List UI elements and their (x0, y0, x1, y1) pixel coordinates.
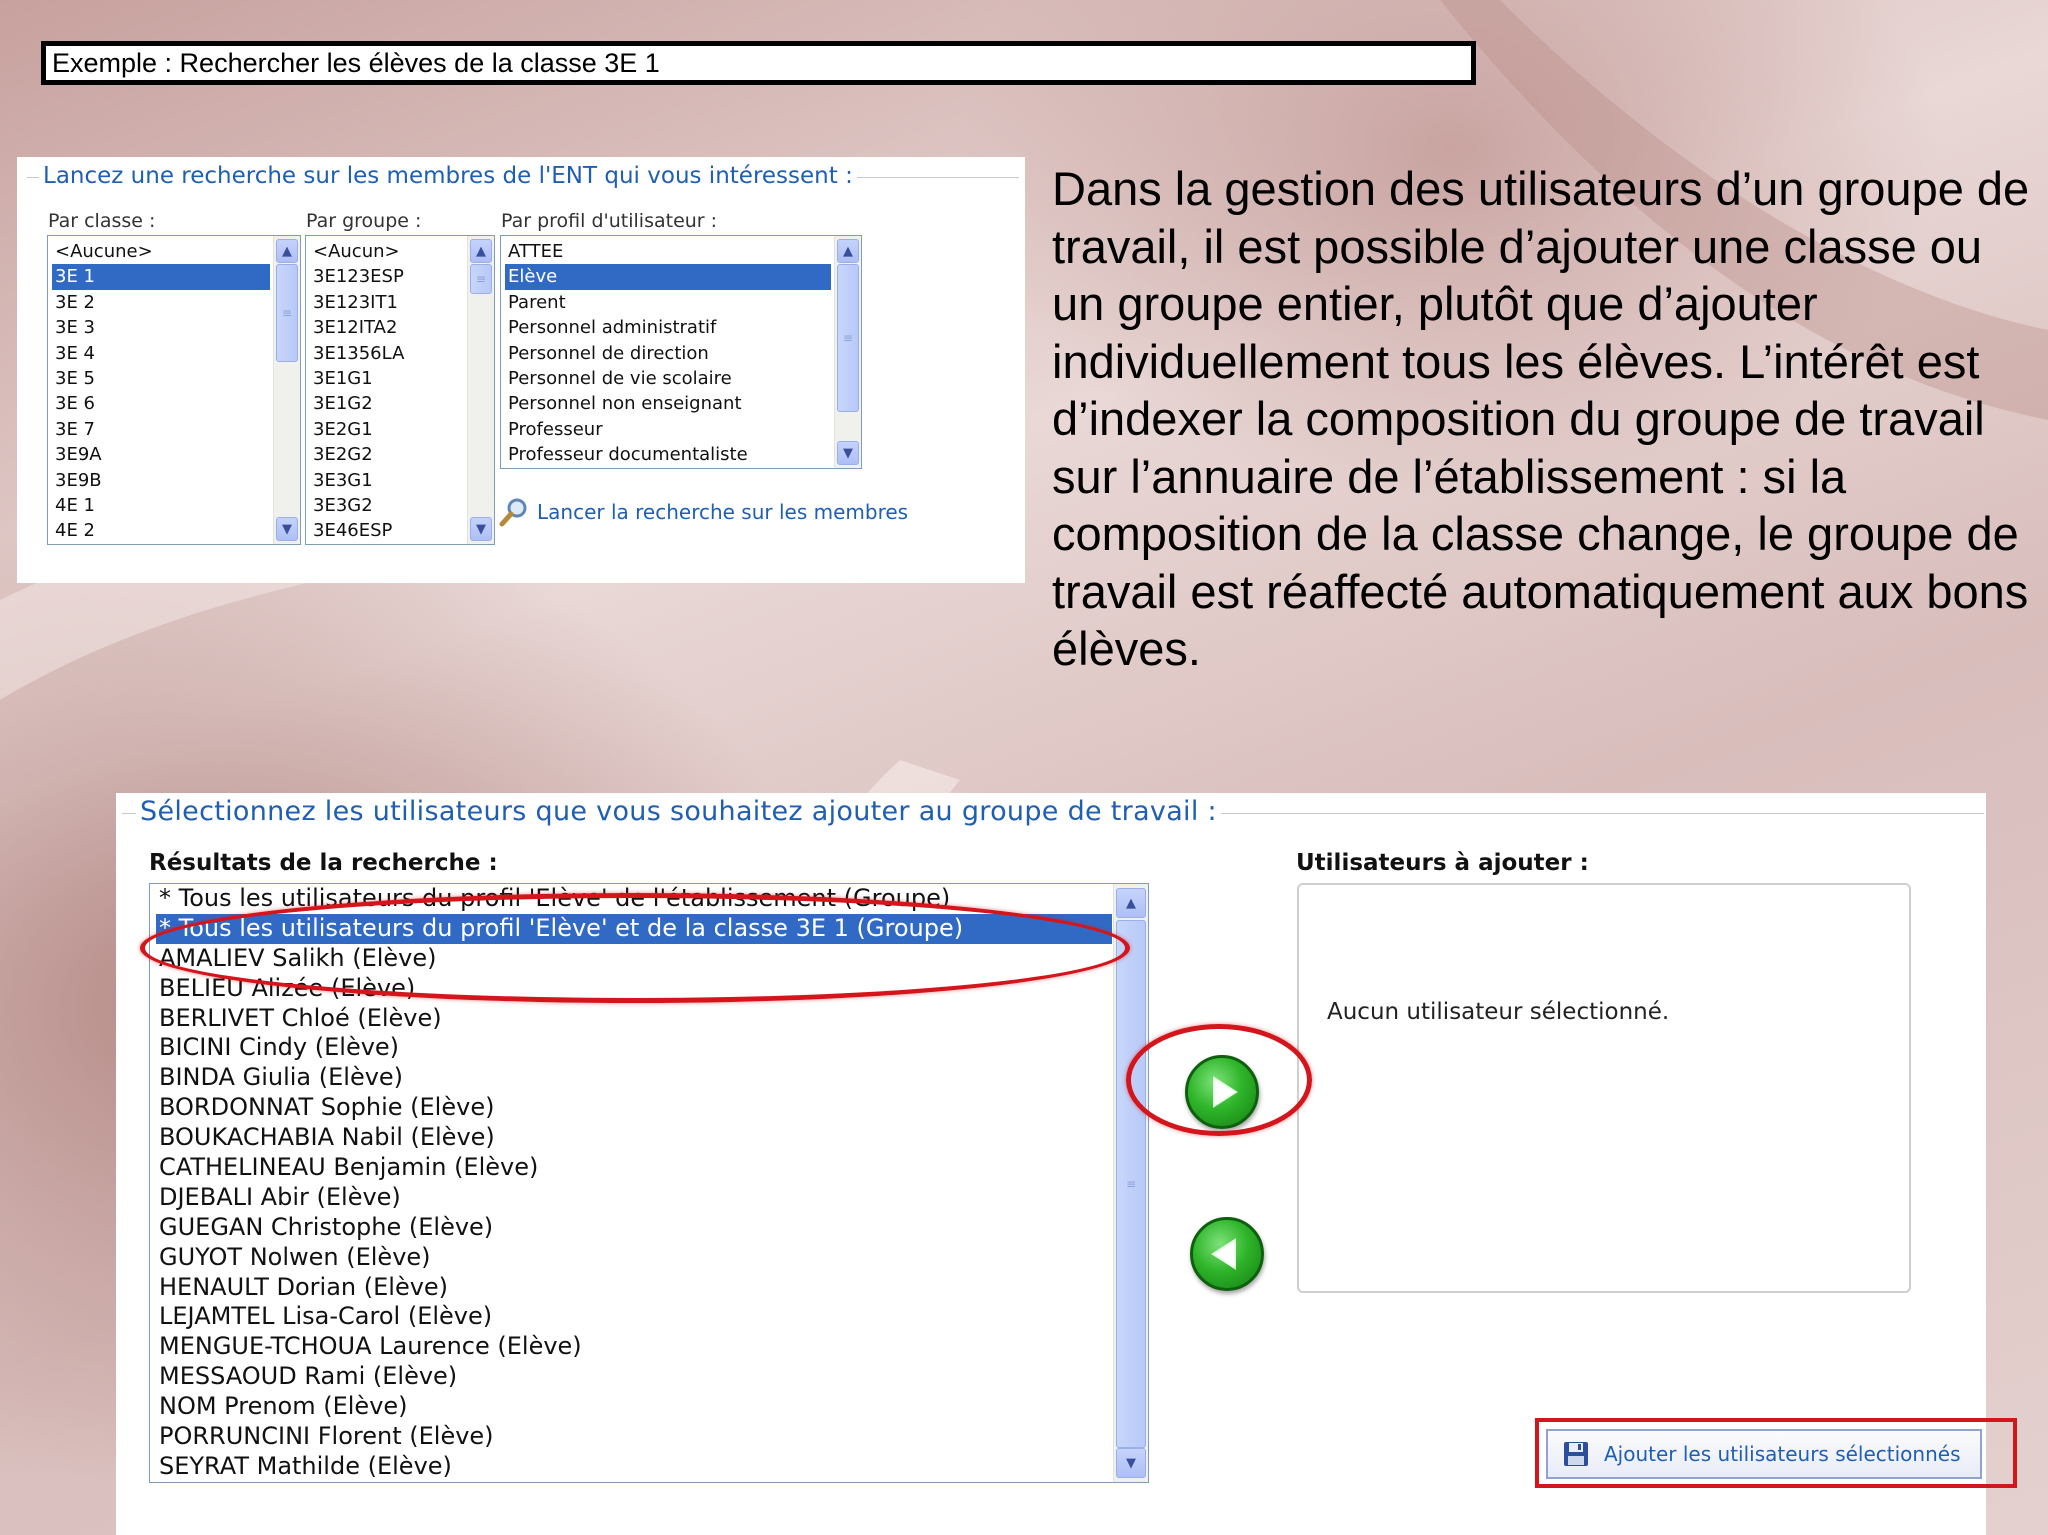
results-list-item[interactable]: BERLIVET Chloé (Elève) (156, 1004, 1112, 1034)
highlight-class-group-ellipse (140, 893, 1130, 1003)
explanation-text: Dans la gestion des utilisateurs d’un gr… (1052, 162, 2030, 675)
par-classe-scrollbar[interactable]: ▲ ≡ ▼ (273, 236, 300, 544)
results-list-item[interactable]: MENGUE-TCHOUA Laurence (Elève) (156, 1332, 1112, 1362)
par-classe-item[interactable]: 4E 2 (52, 518, 270, 543)
results-list-item[interactable]: MESSAOUD Rami (Elève) (156, 1362, 1112, 1392)
par-groupe-item[interactable]: 3E1G2 (310, 391, 464, 416)
par-groupe-listbox[interactable]: <Aucun> 3E123ESP 3E123IT1 3E12ITA2 3E1356LA 3… (305, 235, 495, 545)
par-groupe-item[interactable]: 3E123ESP (310, 264, 464, 289)
scroll-thumb[interactable]: ≡ (470, 264, 492, 294)
search-members-label: Lancer la recherche sur les membres (537, 500, 909, 524)
par-profil-item[interactable]: Professeur documentaliste (505, 442, 831, 467)
results-list-item[interactable]: GUYOT Nolwen (Elève) (156, 1243, 1112, 1273)
par-groupe-item[interactable]: <Aucun> (310, 239, 464, 264)
par-classe-label: Par classe : (48, 210, 156, 232)
par-groupe-item[interactable]: 3E46ESP (310, 518, 464, 543)
scroll-up-icon[interactable]: ▲ (276, 239, 298, 263)
users-to-add-label: Utilisateurs à ajouter : (1296, 850, 1589, 876)
results-label: Résultats de la recherche : (149, 850, 498, 876)
par-classe-item[interactable]: 3E 2 (52, 290, 270, 315)
par-classe-item[interactable]: <Aucune> (52, 239, 270, 264)
results-scrollbar[interactable]: ▲ ≡ ▼ (1113, 884, 1148, 1482)
scroll-down-icon[interactable]: ▼ (1116, 1448, 1146, 1478)
users-to-add-box[interactable]: Aucun utilisateur sélectionné. (1297, 883, 1911, 1293)
scroll-thumb[interactable]: ≡ (837, 264, 859, 412)
results-list-item[interactable]: GUEGAN Christophe (Elève) (156, 1213, 1112, 1243)
par-classe-listbox[interactable]: <Aucune> 3E 1 3E 2 3E 3 3E 4 3E 5 3E 6 3E 7 3E9A… (47, 235, 301, 545)
par-classe-item[interactable]: 3E 5 (52, 366, 270, 391)
par-groupe-item[interactable]: 3E3G2 (310, 493, 464, 518)
no-user-selected-text: Aucun utilisateur sélectionné. (1327, 999, 1670, 1025)
remove-selection-button[interactable] (1190, 1217, 1264, 1291)
scroll-thumb[interactable]: ≡ (276, 264, 298, 362)
par-classe-item[interactable]: 3E 4 (52, 341, 270, 366)
results-list-item[interactable]: BOUKACHABIA Nabil (Elève) (156, 1123, 1112, 1153)
par-classe-item[interactable]: 4E 1 (52, 493, 270, 518)
par-profil-item[interactable]: ATTEE (505, 239, 831, 264)
search-panel-legend: Lancez une recherche sur les membres de … (39, 163, 857, 189)
results-list-item[interactable]: BINDA Giulia (Elève) (156, 1063, 1112, 1093)
results-list-item[interactable]: BICINI Cindy (Elève) (156, 1033, 1112, 1063)
par-groupe-item[interactable]: 3E1G1 (310, 366, 464, 391)
search-members-link[interactable]: Lancer la recherche sur les membres (499, 497, 908, 527)
par-groupe-item[interactable]: 3E2G1 (310, 417, 464, 442)
results-list-item[interactable]: DJEBALI Abir (Elève) (156, 1183, 1112, 1213)
results-list-item[interactable]: HENAULT Dorian (Elève) (156, 1273, 1112, 1303)
par-profil-item[interactable]: Personnel administratif (505, 315, 831, 340)
selection-panel-legend: Sélectionnez les utilisateurs que vous s… (136, 796, 1221, 827)
par-profil-items: ATTEE Elève Parent Personnel administratif P… (505, 239, 831, 468)
highlight-add-button-rect (1535, 1418, 2017, 1488)
par-profil-item[interactable]: Parent (505, 290, 831, 315)
par-groupe-scrollbar[interactable]: ▲ ≡ ▼ (467, 236, 494, 544)
results-list-item[interactable]: LEJAMTEL Lisa-Carol (Elève) (156, 1302, 1112, 1332)
scroll-thumb[interactable]: ≡ (1116, 920, 1146, 1448)
par-profil-scrollbar[interactable]: ▲ ≡ ▼ (834, 236, 861, 468)
par-classe-item[interactable]: 3E 7 (52, 417, 270, 442)
search-panel: Lancez une recherche sur les membres de … (17, 157, 1025, 583)
par-groupe-label: Par groupe : (306, 210, 422, 232)
highlight-add-arrow-ellipse (1126, 1024, 1312, 1136)
par-classe-item[interactable]: 3E9B (52, 468, 270, 493)
results-list-item[interactable]: PORRUNCINI Florent (Elève) (156, 1422, 1112, 1452)
par-groupe-item[interactable]: 3E2G2 (310, 442, 464, 467)
results-list-item[interactable]: NOM Prenom (Elève) (156, 1392, 1112, 1422)
par-groupe-item[interactable]: 3E12ITA2 (310, 315, 464, 340)
scroll-up-icon[interactable]: ▲ (1116, 888, 1146, 918)
par-groupe-items: <Aucun> 3E123ESP 3E123IT1 3E12ITA2 3E1356LA 3… (310, 239, 464, 544)
par-profil-item[interactable]: Personnel de direction (505, 341, 831, 366)
arrow-left-icon (1211, 1238, 1236, 1270)
results-list-item[interactable]: CATHELINEAU Benjamin (Elève) (156, 1153, 1112, 1183)
scroll-down-icon[interactable]: ▼ (470, 517, 492, 541)
par-classe-item[interactable]: 3E 3 (52, 315, 270, 340)
par-profil-item[interactable]: Elève (505, 264, 831, 290)
page-title: Exemple : Rechercher les élèves de la cl… (41, 41, 1476, 85)
scroll-up-icon[interactable]: ▲ (837, 239, 859, 263)
par-classe-items: <Aucune> 3E 1 3E 2 3E 3 3E 4 3E 5 3E 6 3E 7 3E9A… (52, 239, 270, 544)
results-list-item[interactable]: BORDONNAT Sophie (Elève) (156, 1093, 1112, 1123)
par-groupe-item[interactable]: 3E1356LA (310, 341, 464, 366)
par-groupe-item[interactable]: 3E123IT1 (310, 290, 464, 315)
par-classe-item[interactable]: 3E 6 (52, 391, 270, 416)
par-groupe-item[interactable]: 3E3G1 (310, 468, 464, 493)
par-classe-item[interactable]: 3E9A (52, 442, 270, 467)
results-list-item[interactable]: SEYRAT Mathilde (Elève) (156, 1452, 1112, 1482)
scroll-down-icon[interactable]: ▼ (837, 441, 859, 465)
scroll-up-icon[interactable]: ▲ (470, 239, 492, 263)
par-profil-listbox[interactable]: ATTEE Elève Parent Personnel administratif P… (500, 235, 862, 469)
par-profil-item[interactable]: Personnel non enseignant (505, 391, 831, 416)
par-profil-label: Par profil d'utilisateur : (501, 210, 718, 232)
par-profil-item[interactable]: Professeur (505, 417, 831, 442)
par-classe-item[interactable]: 3E 1 (52, 264, 270, 290)
par-profil-item[interactable]: Personnel de vie scolaire (505, 366, 831, 391)
magnifier-icon (499, 498, 527, 527)
scroll-down-icon[interactable]: ▼ (276, 517, 298, 541)
